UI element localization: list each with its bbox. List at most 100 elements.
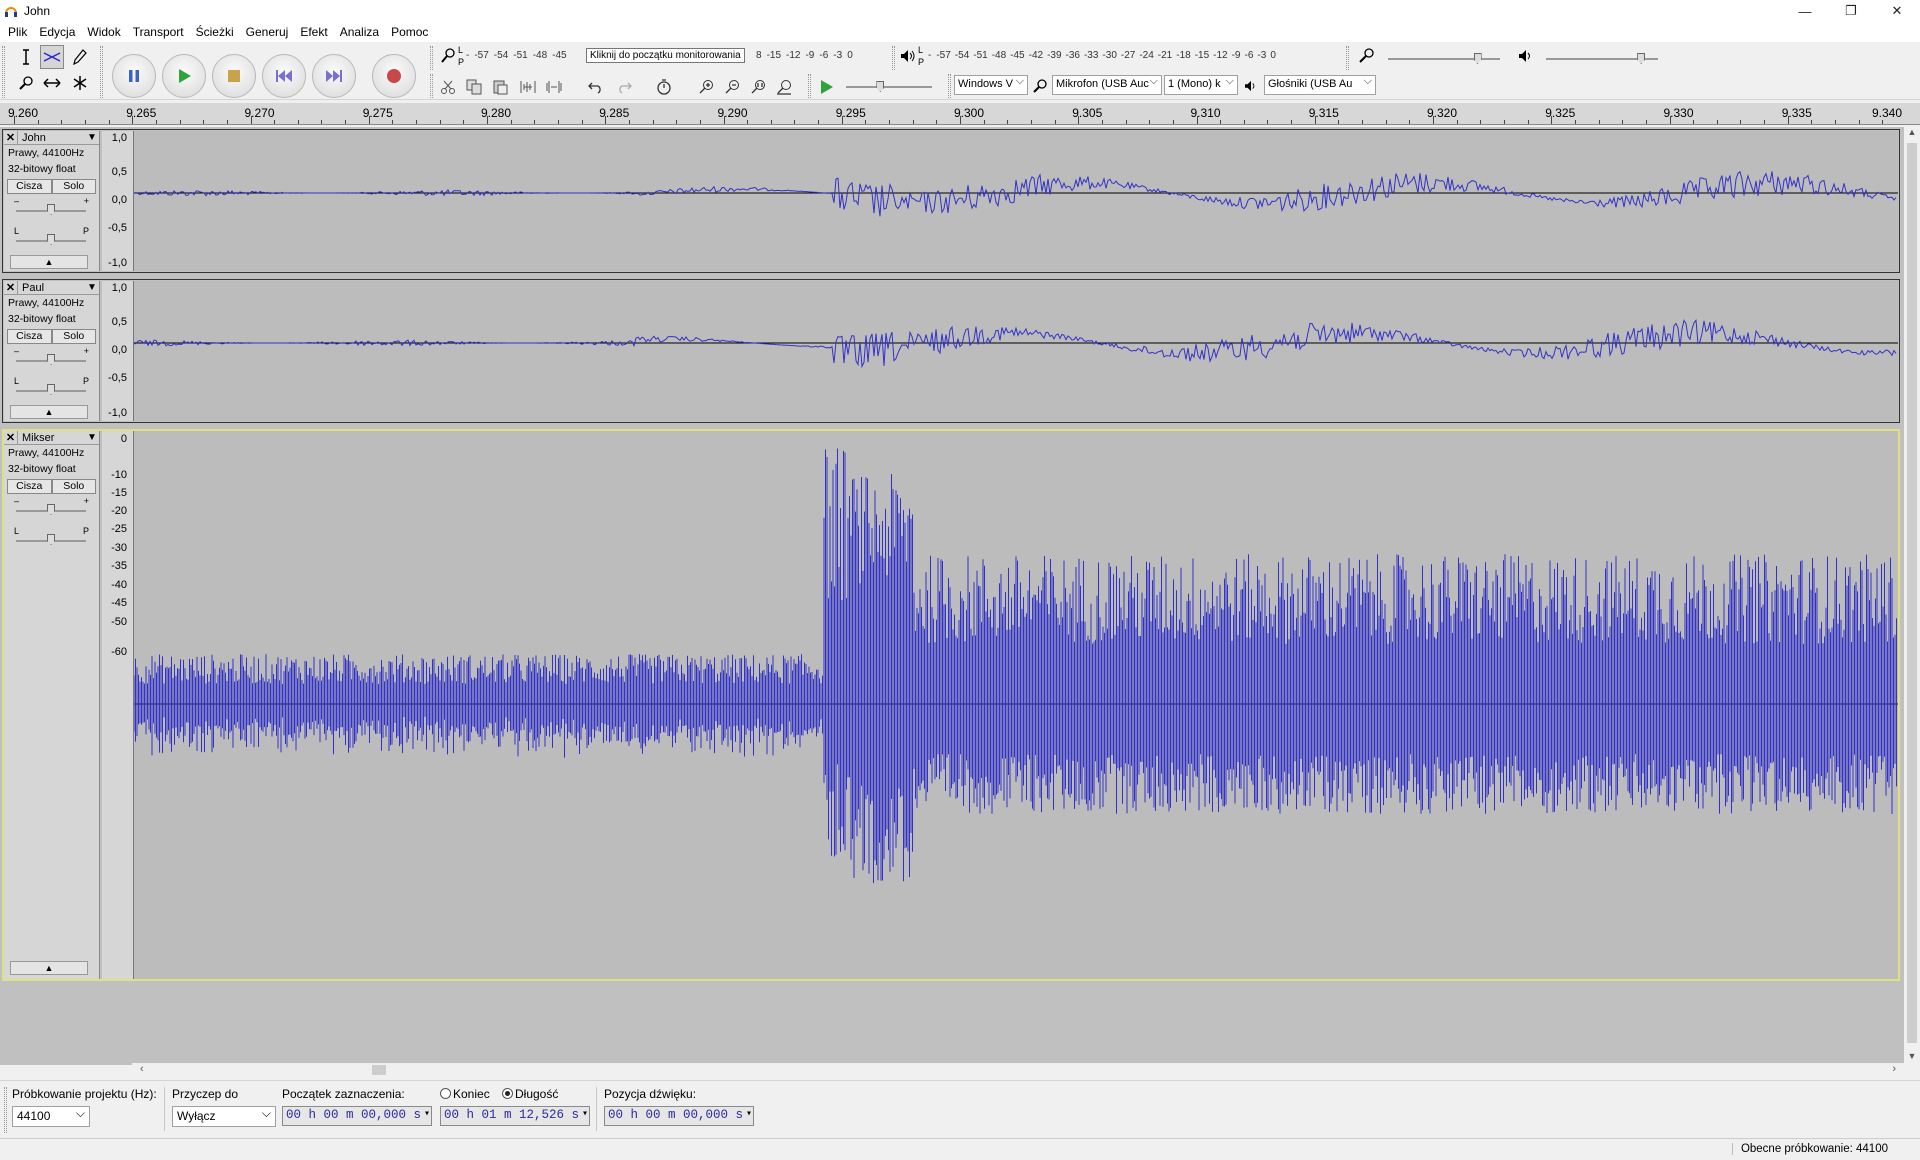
scroll-left-icon[interactable]: ‹ (140, 1063, 144, 1075)
mute-button[interactable]: Cisza (7, 329, 52, 344)
gain-slider[interactable]: – + (4, 496, 99, 526)
pan-slider[interactable]: L P (4, 226, 99, 256)
zoom-out-icon[interactable] (720, 75, 744, 99)
track-name[interactable]: John (18, 132, 85, 144)
skip-to-end-button[interactable] (312, 54, 356, 98)
tools-toolbar-grip[interactable] (2, 46, 5, 98)
input-volume-thumb[interactable] (1473, 53, 1482, 64)
microphone-meter-icon[interactable] (440, 47, 458, 65)
recording-meter[interactable]: - -57 -54 -51 -48 -45 (466, 47, 572, 63)
cut-icon[interactable] (436, 75, 460, 99)
zoom-in-icon[interactable] (694, 75, 718, 99)
zoom-tool-icon[interactable] (14, 71, 38, 95)
end-radio-icon[interactable] (440, 1088, 451, 1099)
track-panel[interactable]: ✕ John ▼ Prawy, 44100Hz 32-bitowy float … (0, 127, 1904, 1065)
playback-meter-grip[interactable] (892, 46, 895, 70)
solo-button[interactable]: Solo (51, 329, 96, 344)
amplitude-ruler[interactable]: 1,0 0,5 0,0 -0,5 -1,0 (102, 131, 134, 271)
vertical-scrollbar[interactable]: ▲ ▼ (1904, 127, 1920, 1065)
timeline-ruler[interactable]: 9.260 9.265 9.270 9.275 9.280 9.285 9.290 9.295… (0, 103, 1920, 125)
track-name[interactable]: Paul (18, 282, 85, 294)
play-at-speed-button[interactable] (814, 75, 838, 99)
selection-length-time[interactable]: 00 h 01 m 12,526 s (440, 1106, 590, 1126)
speaker-meter-icon[interactable] (900, 49, 916, 63)
horizontal-scroll-thumb[interactable] (372, 1065, 386, 1075)
trim-audio-icon[interactable] (516, 75, 540, 99)
record-button[interactable] (372, 54, 416, 98)
pause-button[interactable] (112, 54, 156, 98)
waveform-john[interactable] (134, 131, 1898, 271)
track-name[interactable]: Mikser (18, 432, 85, 444)
track-menu-icon[interactable]: ▼ (85, 132, 99, 143)
edit-toolbar-grip[interactable] (430, 74, 433, 98)
recording-channels-select[interactable]: 1 (Mono) k (1164, 75, 1238, 95)
device-toolbar-grip[interactable] (948, 74, 951, 98)
close-track-icon[interactable]: ✕ (4, 131, 18, 144)
length-radio-icon[interactable] (502, 1088, 513, 1099)
menu-transport[interactable]: Transport (127, 25, 190, 39)
fit-project-icon[interactable] (772, 75, 796, 99)
time-shift-tool-icon[interactable] (40, 71, 64, 95)
db-ruler[interactable]: 0 -10 -15 -20 -25 -30 -35 -40 -45 -50 -60 (102, 431, 134, 979)
audio-host-select[interactable]: Windows V (954, 75, 1028, 95)
draw-tool-icon[interactable] (68, 45, 92, 69)
vertical-scroll-thumb[interactable] (1907, 143, 1917, 1043)
redo-icon[interactable] (612, 75, 636, 99)
scroll-right-icon[interactable]: › (1892, 1063, 1896, 1075)
play-speed-thumb[interactable] (876, 81, 885, 92)
audio-position-time[interactable]: 00 h 00 m 00,000 s (604, 1106, 754, 1126)
mixer-toolbar-grip[interactable] (1346, 46, 1349, 70)
gain-slider[interactable]: – + (4, 346, 99, 376)
multi-tool-icon[interactable] (68, 71, 92, 95)
waveform-mikser[interactable] (134, 431, 1898, 979)
playback-meter[interactable]: - -57 -54 -51 -48 -45 -42 -39 -36 -33 -30 -27 -24 -2… (928, 47, 1280, 63)
menu-edycja[interactable]: Edycja (33, 25, 81, 39)
track-menu-icon[interactable]: ▼ (85, 282, 99, 293)
track-menu-icon[interactable]: ▼ (85, 432, 99, 443)
undo-icon[interactable] (584, 75, 608, 99)
copy-icon[interactable] (462, 75, 486, 99)
project-rate-select[interactable]: 44100 (12, 1106, 90, 1127)
input-volume-slider[interactable] (1388, 58, 1500, 60)
paste-icon[interactable] (488, 75, 512, 99)
selection-toolbar-grip[interactable] (4, 1087, 7, 1133)
skip-to-start-button[interactable] (262, 54, 306, 98)
collapse-track-icon[interactable]: ▲ (10, 961, 88, 975)
menu-analiza[interactable]: Analiza (334, 25, 385, 39)
gain-slider[interactable]: – + (4, 196, 99, 226)
close-track-icon[interactable]: ✕ (4, 431, 18, 444)
output-volume-thumb[interactable] (1637, 53, 1646, 64)
close-track-icon[interactable]: ✕ (4, 281, 18, 294)
scroll-down-icon[interactable]: ▼ (1904, 1051, 1920, 1065)
selection-start-time[interactable]: 00 h 00 m 00,000 s (282, 1106, 432, 1126)
collapse-track-icon[interactable]: ▲ (10, 255, 88, 269)
mute-button[interactable]: Cisza (7, 479, 52, 494)
snap-to-select[interactable]: Wyłącz (172, 1106, 276, 1127)
collapse-track-icon[interactable]: ▲ (10, 405, 88, 419)
envelope-tool-icon[interactable] (40, 45, 64, 69)
transport-toolbar-grip[interactable] (100, 46, 103, 98)
solo-button[interactable]: Solo (51, 479, 96, 494)
play-button[interactable] (162, 54, 206, 98)
menu-pomoc[interactable]: Pomoc (385, 25, 434, 39)
close-button[interactable]: ✕ (1874, 0, 1920, 22)
menu-plik[interactable]: Plik (2, 25, 33, 39)
horizontal-scrollbar[interactable]: ‹ › (132, 1063, 1904, 1077)
stop-button[interactable] (212, 54, 256, 98)
restore-button[interactable]: ❐ (1828, 0, 1874, 22)
playback-device-select[interactable]: Głośniki (USB Au (1264, 75, 1376, 95)
sync-lock-icon[interactable] (652, 75, 676, 99)
menu-generuj[interactable]: Generuj (240, 25, 295, 39)
mute-button[interactable]: Cisza (7, 179, 52, 194)
play-at-speed-grip[interactable] (808, 74, 811, 98)
length-radio[interactable]: Długość (502, 1087, 558, 1101)
minimize-button[interactable]: — (1782, 0, 1828, 22)
menu-widok[interactable]: Widok (81, 25, 126, 39)
pan-slider[interactable]: L P (4, 376, 99, 406)
scroll-up-icon[interactable]: ▲ (1904, 127, 1920, 141)
pan-slider[interactable]: L P (4, 526, 99, 556)
waveform-paul[interactable] (134, 281, 1898, 421)
fit-selection-icon[interactable] (746, 75, 770, 99)
play-speed-slider[interactable] (846, 86, 932, 88)
menu-efekt[interactable]: Efekt (294, 25, 333, 39)
